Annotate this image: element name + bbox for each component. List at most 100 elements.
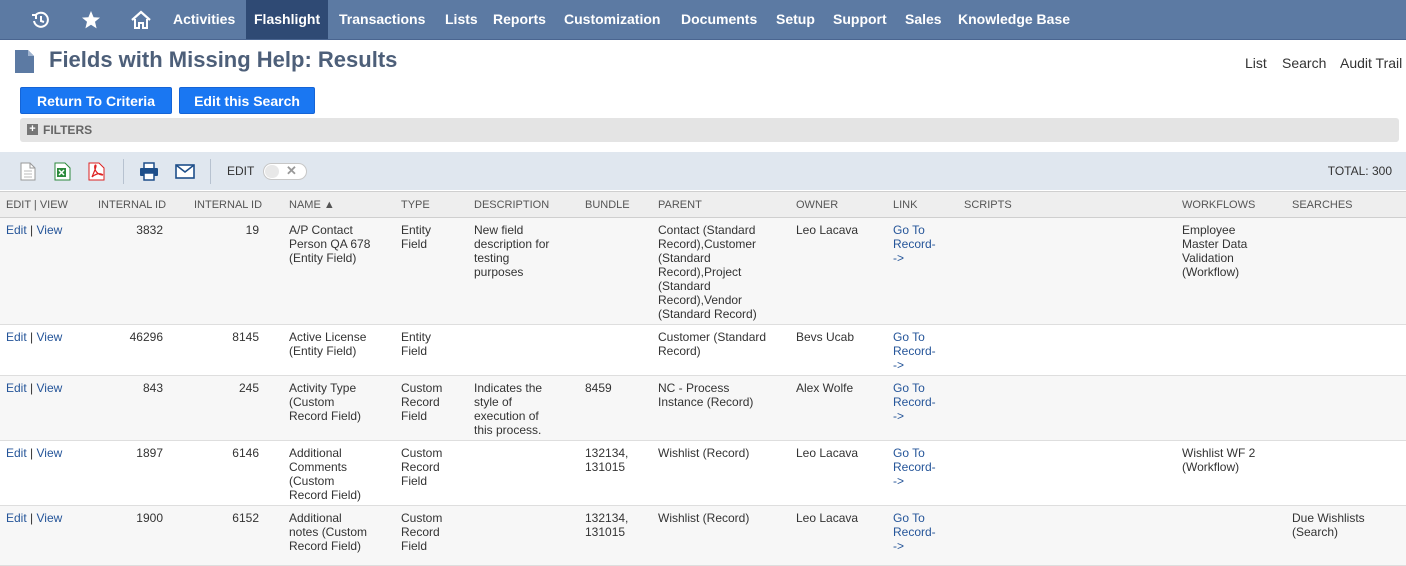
parent-cell: NC - Process Instance (Record) xyxy=(658,381,754,409)
owner-cell: Leo Lacava xyxy=(796,511,859,525)
type-cell: Custom Record Field xyxy=(401,511,443,553)
saved-search-icon xyxy=(14,49,35,79)
view-link[interactable]: View xyxy=(37,446,63,460)
go-to-record-link[interactable]: Go To Record- -> xyxy=(893,511,936,553)
col-scripts[interactable]: SCRIPTS xyxy=(964,199,1012,211)
parent-cell: Wishlist (Record) xyxy=(658,511,750,525)
separator: | xyxy=(30,330,34,344)
col-internal-id-2[interactable]: INTERNAL ID xyxy=(194,199,262,211)
edit-this-search-button[interactable]: Edit this Search xyxy=(179,87,315,114)
workflows-cell: Wishlist WF 2 (Workflow) xyxy=(1182,446,1256,474)
col-description[interactable]: DESCRIPTION xyxy=(474,199,549,211)
toolbar-divider xyxy=(123,159,124,184)
owner-cell: Leo Lacava xyxy=(796,446,859,460)
results-toolbar: EDIT ✕ TOTAL: 300 xyxy=(0,152,1406,190)
nav-documents[interactable]: Documents xyxy=(681,0,757,39)
nav-sales[interactable]: Sales xyxy=(905,0,942,39)
edit-link[interactable]: Edit xyxy=(6,330,27,344)
table-row: Edit | View 46296 8145 Active License (Enti… xyxy=(0,325,1406,376)
star-icon[interactable] xyxy=(78,0,104,39)
go-to-record-link[interactable]: Go To Record- -> xyxy=(893,446,936,488)
home-icon[interactable] xyxy=(128,0,154,39)
col-type[interactable]: TYPE xyxy=(401,199,430,211)
email-icon[interactable] xyxy=(175,164,195,184)
parent-cell: Wishlist (Record) xyxy=(658,446,750,460)
name-cell: A/P Contact Person QA 678 (Entity Field) xyxy=(289,223,371,265)
nav-transactions[interactable]: Transactions xyxy=(339,0,425,39)
expand-icon[interactable]: + xyxy=(27,124,38,135)
nav-knowledge-base[interactable]: Knowledge Base xyxy=(958,0,1070,39)
col-workflows[interactable]: WORKFLOWS xyxy=(1182,199,1255,211)
internal-id-2-cell: 245 xyxy=(238,381,259,395)
table-row: Edit | View 1900 6152 Additional notes (Cus… xyxy=(0,506,1406,566)
col-parent[interactable]: PARENT xyxy=(658,199,702,211)
list-link[interactable]: List xyxy=(1245,55,1267,71)
edit-view-cell: Edit | View xyxy=(6,446,62,460)
internal-id-2-cell: 6146 xyxy=(232,446,259,460)
nav-support[interactable]: Support xyxy=(833,0,887,39)
type-cell: Custom Record Field xyxy=(401,446,443,488)
view-link[interactable]: View xyxy=(37,511,63,525)
col-owner[interactable]: OWNER xyxy=(796,199,838,211)
nav-flashlight[interactable]: Flashlight xyxy=(246,0,329,39)
nav-setup[interactable]: Setup xyxy=(776,0,815,39)
view-link[interactable]: View xyxy=(37,381,63,395)
return-to-criteria-button[interactable]: Return To Criteria xyxy=(20,87,172,114)
table-row: Edit | View 843 245 Activity Type (Custom R… xyxy=(0,376,1406,441)
internal-id-2-cell: 8145 xyxy=(232,330,259,344)
col-link[interactable]: LINK xyxy=(893,199,917,211)
internal-id-2-cell: 19 xyxy=(245,223,259,237)
view-link[interactable]: View xyxy=(37,330,63,344)
export-csv-icon[interactable] xyxy=(20,162,36,186)
toolbar-divider xyxy=(210,159,211,184)
internal-id-cell: 46296 xyxy=(129,330,163,344)
results-table-header: EDIT | VIEW INTERNAL ID INTERNAL ID NAME… xyxy=(0,191,1406,218)
edit-link[interactable]: Edit xyxy=(6,511,27,525)
audit-trail-link[interactable]: Audit Trail xyxy=(1340,55,1402,71)
col-bundle[interactable]: BUNDLE xyxy=(585,199,630,211)
toggle-knob xyxy=(265,165,279,178)
edit-view-cell: Edit | View xyxy=(6,511,62,525)
filters-bar[interactable]: + FILTERS xyxy=(20,118,1399,142)
table-row: Edit | View 1897 6146 Additional Comments (… xyxy=(0,441,1406,506)
go-to-record-link[interactable]: Go To Record- -> xyxy=(893,381,936,423)
search-link[interactable]: Search xyxy=(1282,55,1326,71)
print-icon[interactable] xyxy=(139,162,159,186)
view-link[interactable]: View xyxy=(37,223,63,237)
go-to-record-link[interactable]: Go To Record- -> xyxy=(893,330,936,372)
internal-id-cell: 1900 xyxy=(136,511,163,525)
recent-records-icon[interactable] xyxy=(28,0,54,39)
internal-id-cell: 3832 xyxy=(136,223,163,237)
export-pdf-icon[interactable] xyxy=(88,162,105,186)
edit-link[interactable]: Edit xyxy=(6,446,27,460)
nav-lists[interactable]: Lists xyxy=(445,0,478,39)
separator: | xyxy=(30,381,34,395)
nav-reports[interactable]: Reports xyxy=(493,0,546,39)
col-searches[interactable]: SEARCHES xyxy=(1292,199,1353,211)
parent-cell: Customer (Standard Record) xyxy=(658,330,767,358)
type-cell: Entity Field xyxy=(401,223,432,251)
name-cell: Additional Comments (Custom Record Field… xyxy=(289,446,362,502)
searches-cell: Due Wishlists (Search) xyxy=(1292,511,1365,539)
export-excel-icon[interactable] xyxy=(54,162,71,186)
workflows-cell: Employee Master Data Validation (Workflo… xyxy=(1182,223,1248,279)
internal-id-cell: 1897 xyxy=(136,446,163,460)
bundle-cell: 8459 xyxy=(585,381,612,395)
edit-mode-label: EDIT xyxy=(227,164,255,178)
edit-mode-toggle[interactable]: ✕ xyxy=(263,163,307,180)
separator: | xyxy=(30,446,34,460)
name-cell: Activity Type (Custom Record Field) xyxy=(289,381,362,423)
table-row: Edit | View 3832 19 A/P Contact Person QA 6… xyxy=(0,218,1406,325)
go-to-record-link[interactable]: Go To Record- -> xyxy=(893,223,936,265)
col-internal-id[interactable]: INTERNAL ID xyxy=(98,199,166,211)
edit-view-cell: Edit | View xyxy=(6,330,62,344)
nav-activities[interactable]: Activities xyxy=(173,0,235,39)
col-name[interactable]: NAME ▲ xyxy=(289,199,335,211)
edit-link[interactable]: Edit xyxy=(6,223,27,237)
description-cell: Indicates the style of execution of this… xyxy=(474,381,543,437)
internal-id-cell: 843 xyxy=(142,381,163,395)
nav-customization[interactable]: Customization xyxy=(564,0,660,39)
type-cell: Entity Field xyxy=(401,330,432,358)
edit-link[interactable]: Edit xyxy=(6,381,27,395)
col-edit-view: EDIT | VIEW xyxy=(6,199,68,211)
